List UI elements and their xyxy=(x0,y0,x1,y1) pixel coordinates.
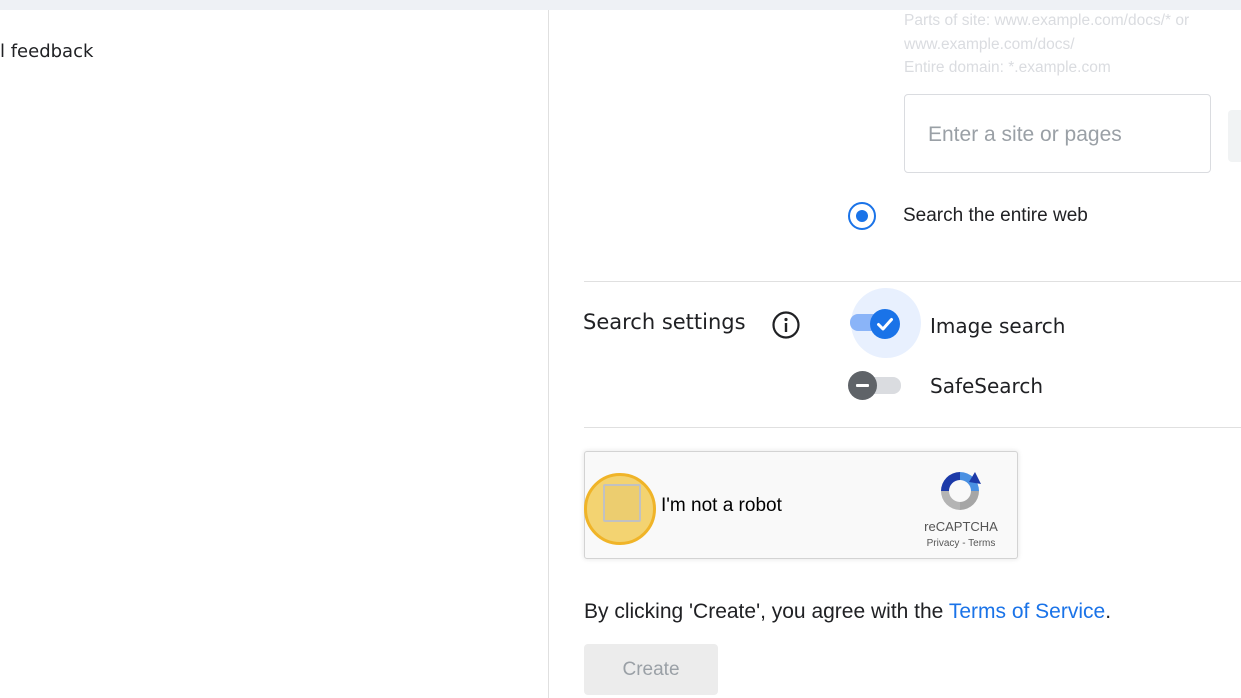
recaptcha-privacy-link[interactable]: Privacy xyxy=(927,538,960,549)
check-icon xyxy=(877,318,893,331)
recaptcha-label: I'm not a robot xyxy=(661,495,782,516)
safesearch-label: SafeSearch xyxy=(930,374,1044,398)
recaptcha-logo-icon xyxy=(941,472,981,510)
hint-docs-url: www.example.com/docs/ xyxy=(904,36,1075,53)
create-button[interactable]: Create xyxy=(584,644,718,695)
info-icon[interactable] xyxy=(771,310,801,340)
hint-parts-of-site: Parts of site: www.example.com/docs/* or xyxy=(904,12,1190,29)
section-divider xyxy=(584,281,1241,282)
add-site-button[interactable] xyxy=(1228,110,1241,162)
hint-entire-domain: Entire domain: *.example.com xyxy=(904,59,1111,76)
recaptcha-terms-link[interactable]: Terms xyxy=(968,538,995,549)
search-entire-web-label: Search the entire web xyxy=(903,205,1088,226)
site-input[interactable]: Enter a site or pages xyxy=(904,94,1211,173)
recaptcha-link-separator: - xyxy=(959,538,969,549)
site-input-placeholder: Enter a site or pages xyxy=(928,123,1122,146)
terms-agreement: By clicking 'Create', you agree with the… xyxy=(584,600,1111,624)
minus-icon xyxy=(856,384,869,387)
safesearch-toggle-thumb[interactable] xyxy=(848,371,877,400)
image-search-toggle-thumb[interactable] xyxy=(870,309,900,339)
image-search-label: Image search xyxy=(930,314,1066,338)
recaptcha-checkbox[interactable] xyxy=(603,484,641,522)
terms-of-service-link[interactable]: Terms of Service xyxy=(949,600,1105,623)
feedback-label: l feedback xyxy=(0,41,94,62)
recaptcha-links: Privacy - Terms xyxy=(914,538,1008,549)
search-settings-title: Search settings xyxy=(583,310,746,334)
top-bar xyxy=(0,0,1241,10)
terms-suffix: . xyxy=(1105,600,1112,623)
search-entire-web-radio[interactable] xyxy=(848,202,876,230)
terms-prefix: By clicking 'Create', you agree with the xyxy=(584,600,949,623)
left-panel: l feedback xyxy=(0,10,549,698)
recaptcha-brand: reCAPTCHA xyxy=(924,519,998,534)
section-divider xyxy=(584,427,1241,428)
